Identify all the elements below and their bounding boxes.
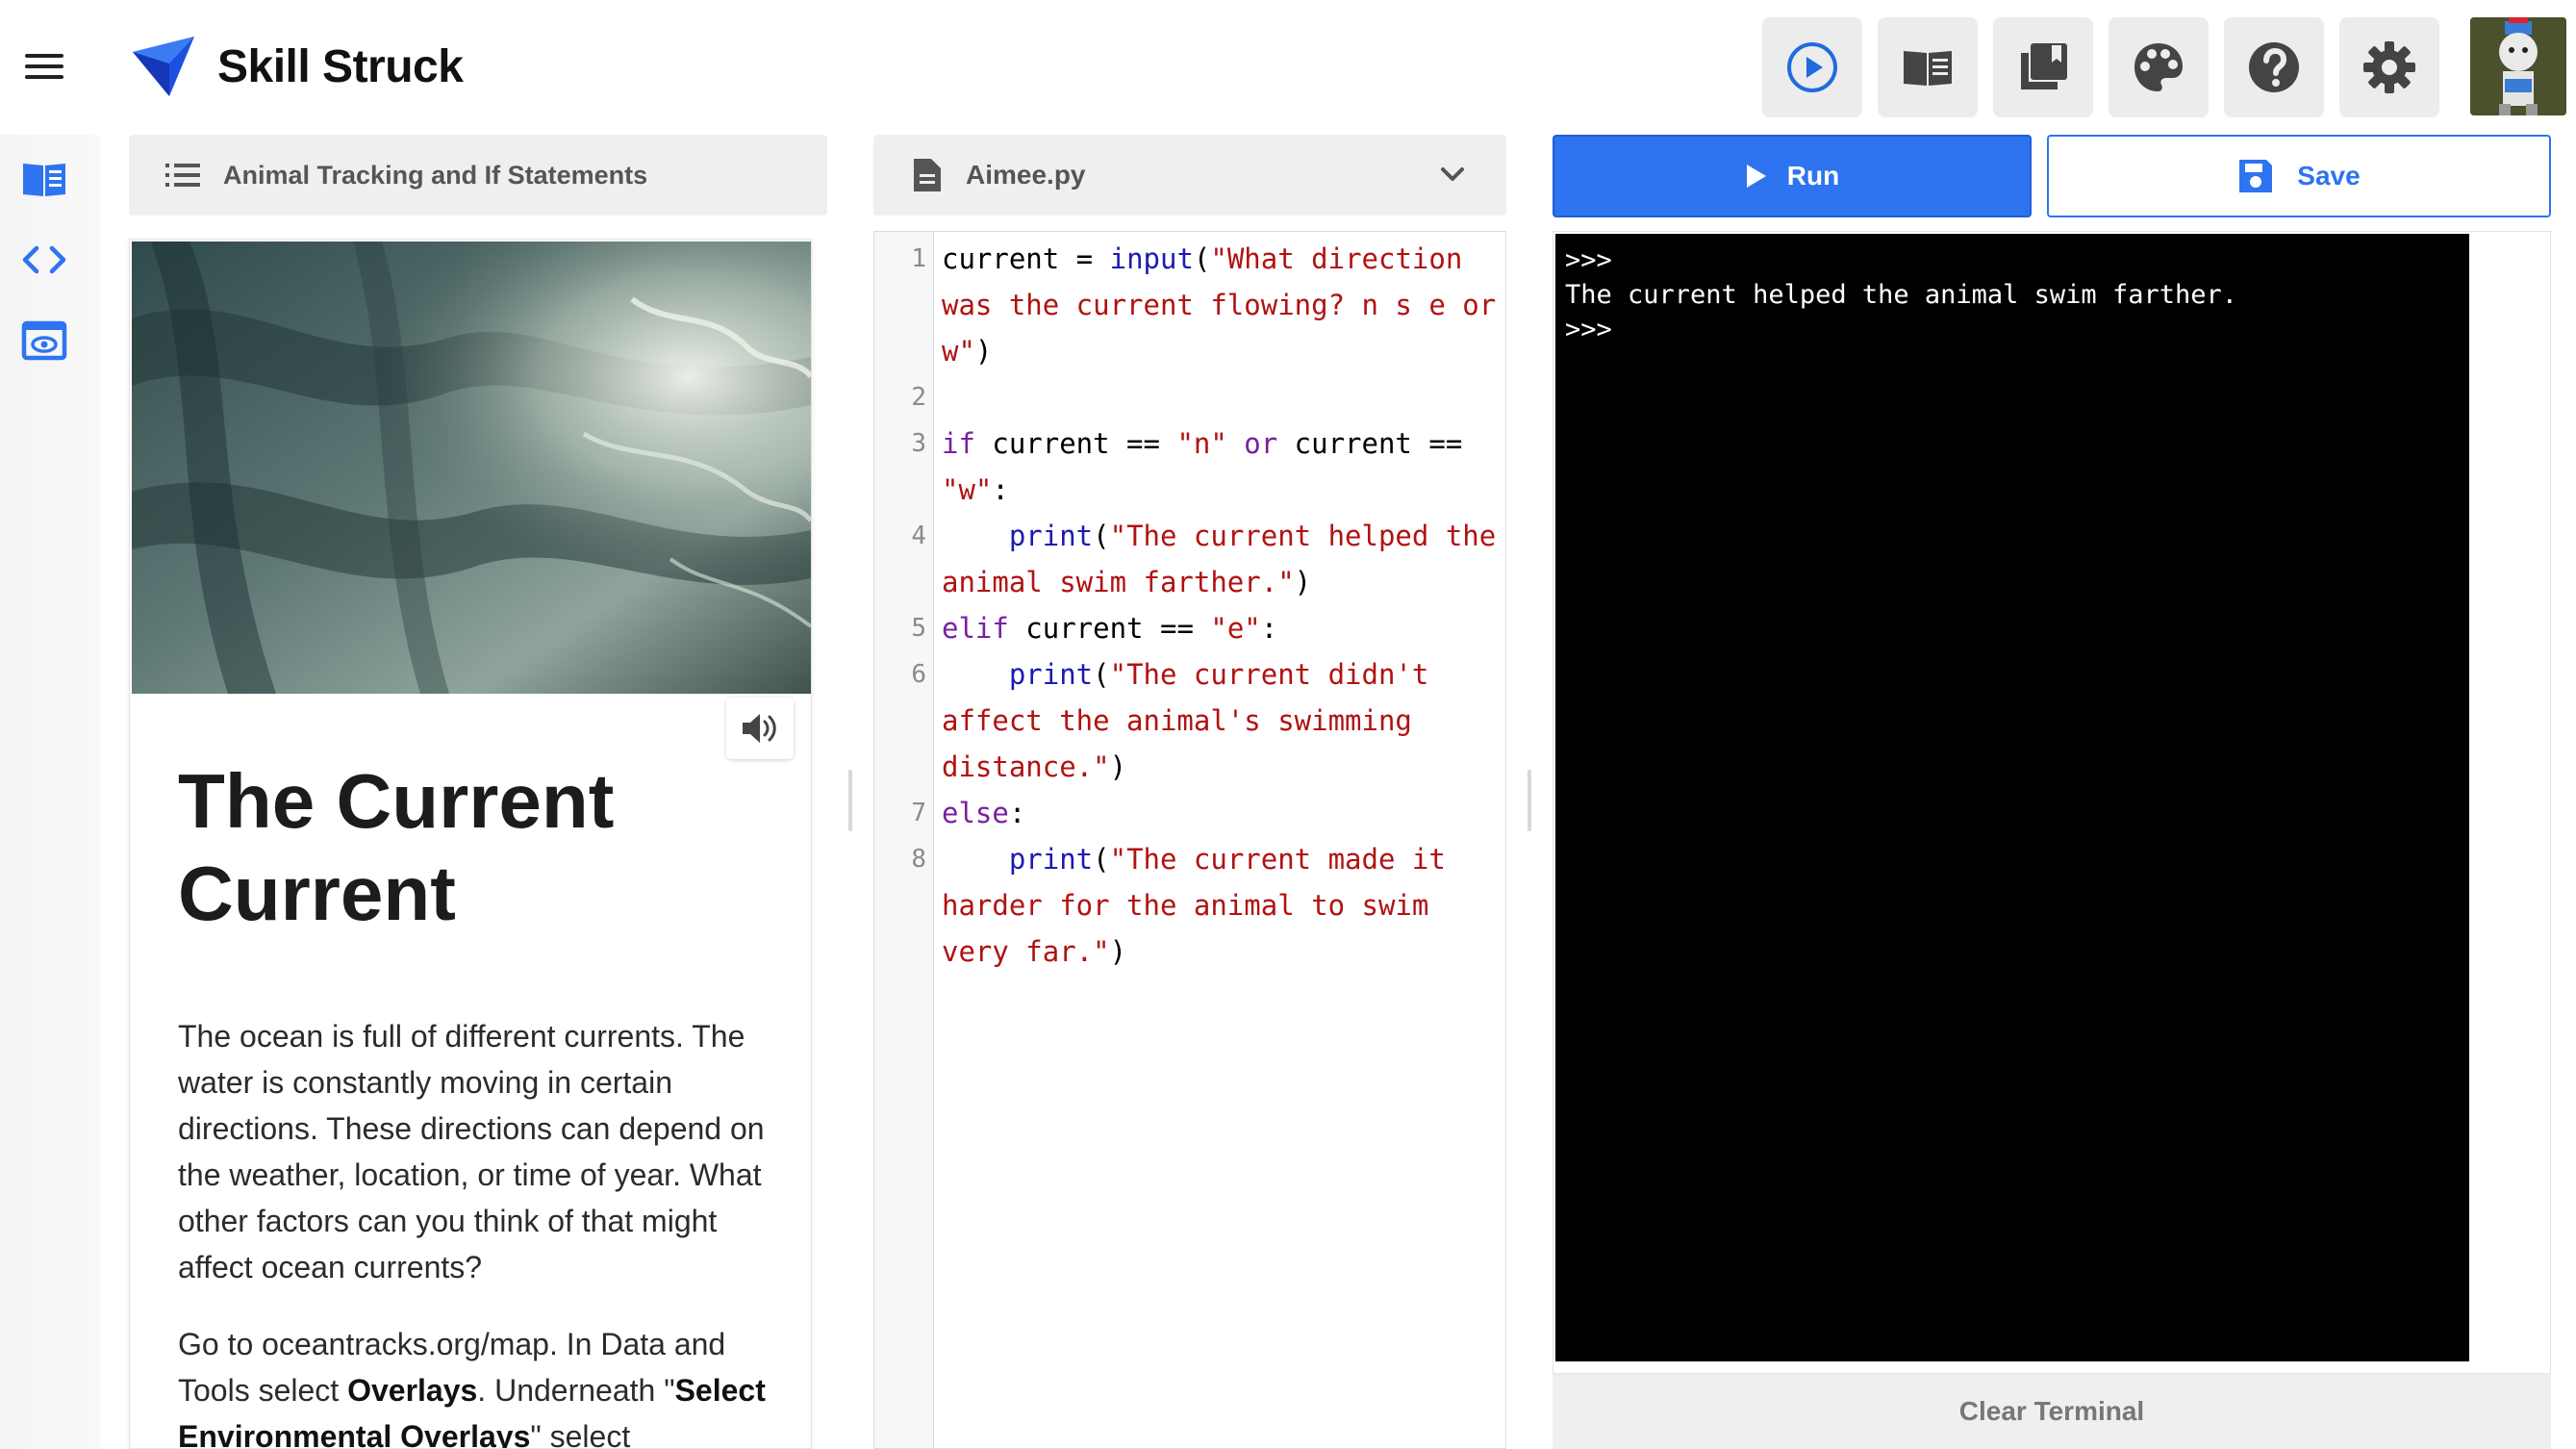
gear-icon	[2363, 41, 2415, 93]
file-icon	[914, 159, 941, 191]
book-icon	[23, 164, 65, 196]
settings-button[interactable]	[2339, 17, 2439, 117]
menu-icon[interactable]	[25, 54, 63, 83]
list-icon	[165, 164, 200, 187]
line-number: 1	[911, 244, 926, 273]
code-text: print("The current made it harder for th…	[942, 843, 1463, 968]
code-editor[interactable]: 1 current = input("What direction was the…	[873, 231, 1506, 1449]
code-text: print("The current helped the animal swi…	[942, 520, 1513, 598]
file-name: Aimee.py	[966, 160, 1086, 190]
chevron-down-icon	[1441, 167, 1464, 181]
terminal-output[interactable]: >>> The current helped the animal swim fa…	[1555, 234, 2469, 1361]
play-icon	[1787, 42, 1837, 92]
lesson-selector[interactable]: Animal Tracking and If Statements	[129, 135, 827, 216]
lesson-title: Animal Tracking and If Statements	[223, 160, 648, 190]
play-icon	[1746, 165, 1766, 188]
line-number: 3	[911, 429, 926, 458]
lesson-paragraph-2: Go to oceantracks.org/map. In Data and T…	[178, 1321, 774, 1448]
save-button[interactable]: Save	[2047, 135, 2551, 217]
terminal-panel: >>> The current helped the animal swim fa…	[1553, 231, 2551, 1374]
user-avatar[interactable]	[2470, 17, 2566, 115]
skill-struck-logo	[133, 37, 194, 96]
code-icon	[22, 245, 66, 274]
line-number: 6	[911, 660, 926, 689]
code-text: print("The current didn't affect the ani…	[942, 658, 1446, 783]
line-number: 4	[911, 521, 926, 550]
palette-icon	[2134, 43, 2183, 91]
read-aloud-button[interactable]	[726, 698, 794, 759]
ocean-image	[132, 242, 811, 694]
lesson-book-button[interactable]	[1878, 17, 1978, 117]
file-selector[interactable]: Aimee.py	[873, 135, 1506, 216]
line-number: 2	[911, 383, 926, 412]
resize-handle-left[interactable]	[848, 770, 852, 831]
clear-terminal-button[interactable]: Clear Terminal	[1553, 1374, 2551, 1449]
code-text: elif current == "e":	[942, 612, 1278, 645]
top-header: Skill Struck	[0, 0, 2576, 135]
rail-item-preview[interactable]	[21, 318, 67, 364]
terminal-line: >>>	[1565, 245, 1612, 275]
help-button[interactable]	[2224, 17, 2324, 117]
help-icon	[2249, 42, 2299, 92]
code-text: if current == "n" or current == "w":	[942, 427, 1479, 506]
brand-name: Skill Struck	[217, 41, 464, 92]
lesson-heading: The Current Current	[178, 758, 615, 936]
code-text: current = input("What direction was the …	[942, 242, 1513, 368]
rail-item-lesson[interactable]	[21, 156, 67, 202]
library-icon	[2021, 43, 2067, 89]
run-preview-button[interactable]	[1762, 17, 1862, 117]
terminal-line: The current helped the animal swim farth…	[1565, 280, 2237, 310]
line-number: 8	[911, 845, 926, 874]
lesson-paragraph-1: The ocean is full of different currents.…	[178, 1019, 765, 1284]
avatar-icon	[2470, 17, 2566, 115]
left-rail	[0, 135, 100, 1449]
book-icon	[1904, 51, 1952, 86]
terminal-line: >>>	[1565, 315, 1612, 344]
code-text: else:	[942, 797, 1026, 829]
overlays-term: Overlays	[347, 1373, 478, 1408]
resize-handle-right[interactable]	[1528, 770, 1531, 831]
line-number: 7	[911, 799, 926, 827]
run-button[interactable]: Run	[1553, 135, 2032, 217]
library-button[interactable]	[1993, 17, 2093, 117]
theme-button[interactable]	[2109, 17, 2209, 117]
line-number: 5	[911, 614, 926, 643]
save-icon	[2239, 160, 2273, 192]
lesson-card: The Current Current The ocean is full of…	[129, 239, 812, 1449]
rail-item-code[interactable]	[21, 237, 67, 283]
preview-icon	[21, 320, 67, 361]
speaker-icon	[743, 714, 776, 743]
